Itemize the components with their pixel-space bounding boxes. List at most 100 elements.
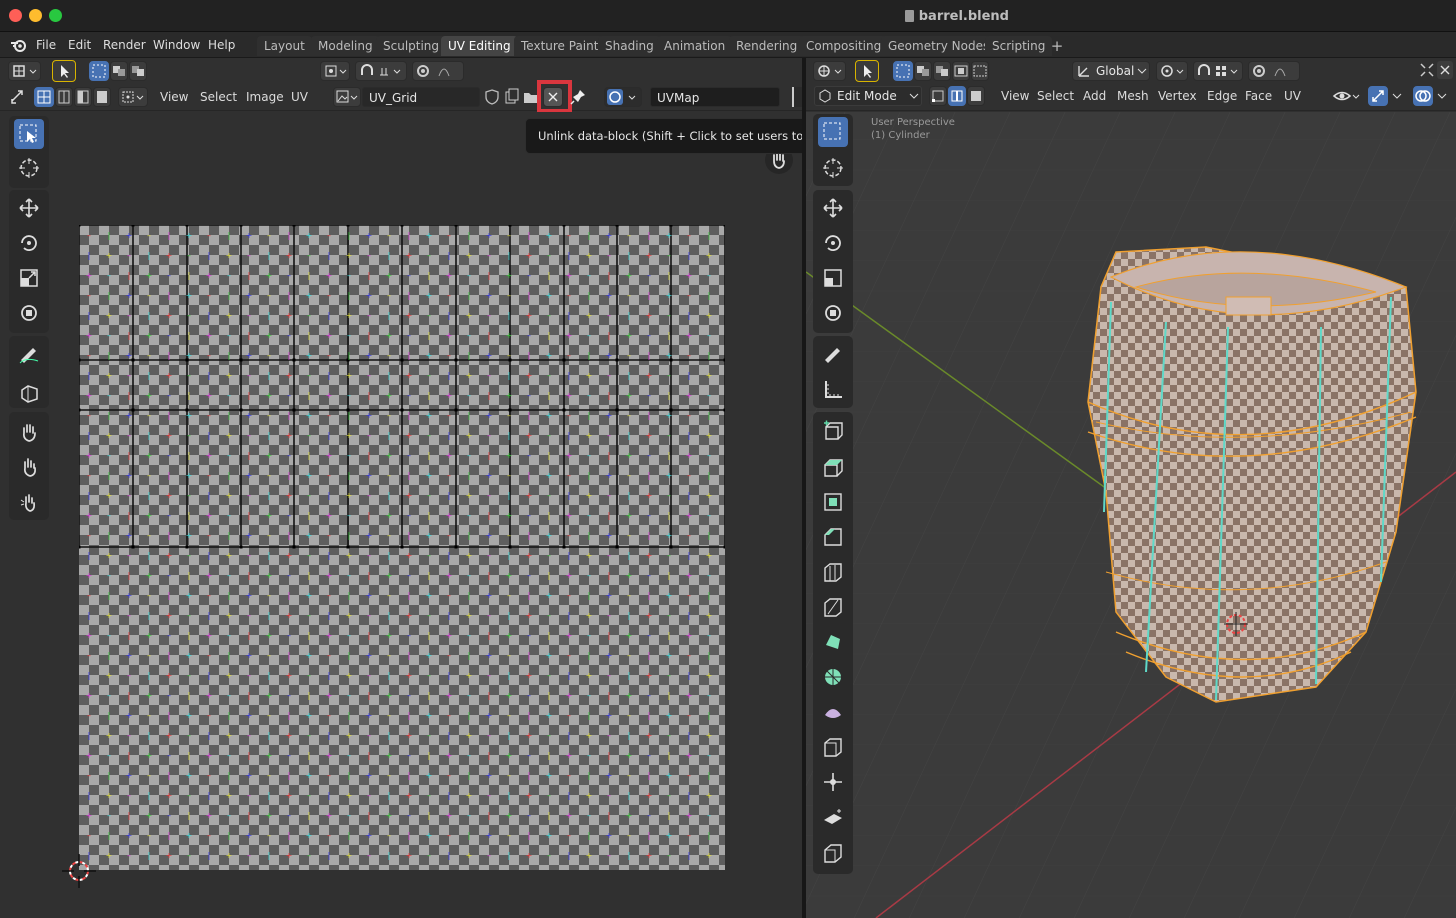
vp-rotate-tool[interactable] (818, 228, 848, 258)
tab-compositing[interactable]: Compositing (799, 36, 889, 56)
face-select-mode-button[interactable] (967, 86, 985, 106)
vp-move-tool[interactable] (818, 193, 848, 223)
uv-menu-uv[interactable]: UV (286, 87, 313, 107)
vp-spin-tool[interactable] (818, 662, 848, 692)
uv-menu-view[interactable]: View (155, 87, 193, 107)
viewport-menu-view[interactable]: View (996, 86, 1034, 106)
viewport-select-mode-button[interactable] (855, 60, 879, 82)
tab-shading[interactable]: Shading (598, 36, 661, 56)
viewport-invert-select[interactable] (952, 61, 970, 81)
menu-file[interactable]: File (31, 36, 61, 54)
duplicate-image-icon[interactable] (503, 87, 521, 107)
visibility-eye-dropdown[interactable] (1332, 86, 1362, 106)
browse-image-button[interactable] (333, 87, 361, 107)
transform-orientation-dropdown[interactable]: Global (1072, 61, 1150, 81)
add-workspace-button[interactable]: + (1048, 36, 1066, 56)
viewport-menu-edge[interactable]: Edge (1202, 86, 1242, 106)
vp-inset-tool[interactable] (818, 487, 848, 517)
vp-shrink-fatten-tool[interactable] (818, 732, 848, 762)
rip-region-tool[interactable] (14, 378, 44, 408)
editor-type-dropdown[interactable] (8, 61, 41, 81)
select-box-tool[interactable] (14, 119, 44, 149)
vp-measure-tool[interactable] (818, 374, 848, 404)
blender-logo-icon[interactable] (10, 37, 28, 53)
tab-animation[interactable]: Animation (657, 36, 733, 56)
transform-tool[interactable] (14, 298, 44, 328)
snap-settings[interactable] (355, 61, 407, 81)
vp-knife-tool[interactable] (818, 592, 848, 622)
relax-tool[interactable] (14, 452, 44, 482)
edge-select-mode-button[interactable] (948, 86, 966, 106)
gizmo-toggle-button[interactable] (1368, 86, 1388, 106)
3d-viewport[interactable]: User Perspective (1) Cylinder (806, 112, 1456, 918)
close-area-icon[interactable] (1437, 61, 1453, 79)
pin-image-icon[interactable] (568, 87, 588, 107)
vp-shear-tool[interactable] (818, 767, 848, 797)
menu-edit[interactable]: Edit (63, 36, 96, 54)
gizmo-chevron-down-icon[interactable] (1389, 86, 1405, 106)
viewport-editor-type-dropdown[interactable] (813, 61, 846, 81)
overlays-chevron-down-icon[interactable] (1434, 86, 1450, 106)
uv-face-mode-button[interactable] (74, 87, 92, 107)
image-name-field[interactable]: UV_Grid (362, 87, 480, 107)
tab-sculpting[interactable]: Sculpting (376, 36, 447, 56)
sticky-selection-dropdown[interactable] (118, 87, 148, 107)
fake-user-shield-icon[interactable] (483, 87, 501, 107)
vp-loop-cut-tool[interactable] (818, 557, 848, 587)
viewport-snap-settings[interactable] (1193, 61, 1243, 81)
viewport-menu-vertex[interactable]: Vertex (1153, 86, 1202, 106)
tab-modeling[interactable]: Modeling (311, 36, 380, 56)
vp-annotate-tool[interactable] (818, 339, 848, 369)
overlays-toggle-button[interactable] (1413, 86, 1433, 106)
sync-selection-icon[interactable] (8, 87, 30, 107)
vp-cursor-tool[interactable] (818, 153, 848, 183)
vertex-select-button[interactable] (89, 61, 109, 81)
viewport-menu-add[interactable]: Add (1078, 86, 1111, 106)
viewport-set-select[interactable] (893, 61, 913, 81)
tab-layout[interactable]: Layout (257, 36, 312, 56)
viewport-intersect-select[interactable] (971, 61, 989, 81)
vp-rip-region-tool[interactable] (818, 802, 848, 832)
vp-scale-tool[interactable] (818, 263, 848, 293)
pivot-point-dropdown[interactable] (320, 61, 350, 81)
uv-menu-image[interactable]: Image (241, 87, 289, 107)
uv-edge-mode-button[interactable] (55, 87, 73, 107)
uv-island-mode-button[interactable] (93, 87, 111, 107)
cursor-tool[interactable] (14, 153, 44, 183)
tab-texture-paint[interactable]: Texture Paint (514, 36, 606, 56)
viewport-proportional-editing[interactable] (1248, 61, 1300, 81)
viewport-menu-face[interactable]: Face (1240, 86, 1277, 106)
proportional-editing[interactable] (412, 61, 464, 81)
viewport-menu-select[interactable]: Select (1032, 86, 1079, 106)
tab-rendering[interactable]: Rendering (729, 36, 805, 56)
move-tool[interactable] (14, 193, 44, 223)
overlay-dropdown[interactable] (604, 87, 642, 107)
menu-render[interactable]: Render (98, 36, 151, 54)
edge-select-button[interactable] (110, 61, 128, 81)
tab-uv-editing[interactable]: UV Editing (441, 36, 518, 56)
vertex-select-mode-button[interactable] (929, 86, 947, 106)
vp-transform-tool[interactable] (818, 298, 848, 328)
tab-scripting[interactable]: Scripting (985, 36, 1053, 56)
rotate-tool[interactable] (14, 228, 44, 258)
vp-extrude-tool[interactable] (818, 452, 848, 482)
viewport-extend-select[interactable] (914, 61, 932, 81)
viewport-pivot-dropdown[interactable] (1156, 61, 1188, 81)
vp-select-box-tool[interactable] (818, 117, 848, 147)
viewport-menu-mesh[interactable]: Mesh (1112, 86, 1154, 106)
annotate-tool[interactable] (14, 339, 44, 369)
uv-map-field[interactable]: UVMap (650, 87, 780, 107)
vp-add-cube-tool[interactable] (818, 415, 848, 445)
viewport-subtract-select[interactable] (933, 61, 951, 81)
fullscreen-toggle-icon[interactable] (1418, 61, 1436, 79)
scale-tool[interactable] (14, 263, 44, 293)
pinch-tool[interactable] (14, 487, 44, 517)
vp-rip-edge-tool[interactable] (818, 837, 848, 867)
grab-tool[interactable] (14, 417, 44, 447)
uv-vertex-mode-button[interactable] (34, 87, 54, 107)
menu-help[interactable]: Help (203, 36, 240, 54)
tab-geometry-nodes[interactable]: Geometry Nodes (881, 36, 997, 56)
vp-bevel-tool[interactable] (818, 522, 848, 552)
menu-window[interactable]: Window (148, 36, 205, 54)
select-mode-button[interactable] (52, 60, 76, 82)
